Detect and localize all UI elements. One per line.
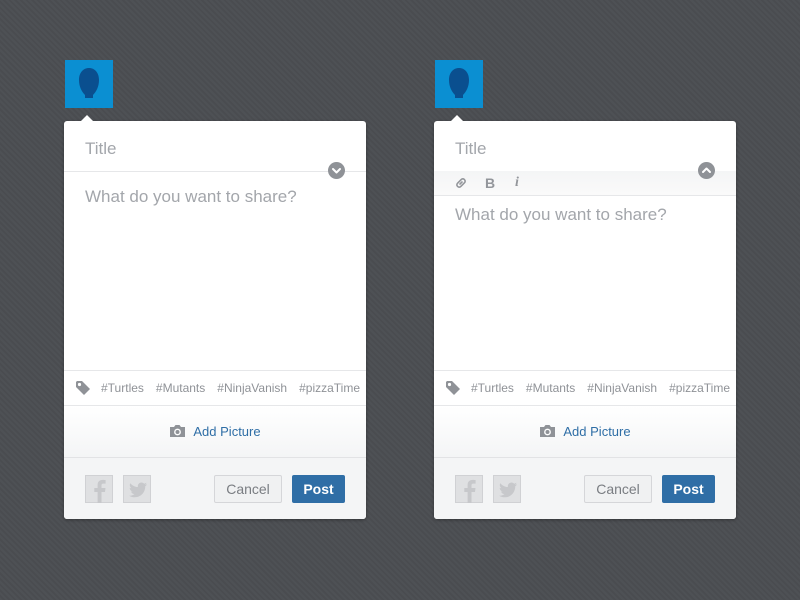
tags-bar: #Turtles #Mutants #NinjaVanish #pizzaTime: [434, 370, 736, 406]
camera-icon: [540, 425, 556, 438]
title-placeholder: Title: [85, 139, 117, 158]
composer-footer: Cancel Post: [64, 458, 366, 519]
canvas: { "colors": { "background": "#4b4e52", "…: [0, 0, 800, 600]
user-silhouette-icon: [79, 68, 99, 98]
add-picture-label: Add Picture: [193, 424, 261, 439]
facebook-icon: [464, 479, 476, 503]
share-facebook-button[interactable]: [455, 475, 483, 503]
title-field[interactable]: Title: [434, 121, 736, 172]
tag-icon: [76, 381, 90, 395]
chevron-up-icon: [702, 167, 711, 173]
share-facebook-button[interactable]: [85, 475, 113, 503]
tags-list: #Turtles #Mutants #NinjaVanish #pizzaTime: [101, 371, 360, 405]
tag-item[interactable]: #Mutants: [526, 381, 575, 395]
bold-button[interactable]: B: [485, 174, 495, 192]
format-toggle-button[interactable]: [698, 162, 715, 179]
tag-icon: [446, 381, 460, 395]
post-button[interactable]: Post: [292, 475, 345, 503]
tags-list: #Turtles #Mutants #NinjaVanish #pizzaTime: [471, 371, 730, 405]
tag-item[interactable]: #pizzaTime: [299, 381, 360, 395]
tag-item[interactable]: #pizzaTime: [669, 381, 730, 395]
composer-footer: Cancel Post: [434, 458, 736, 519]
twitter-icon: [499, 482, 517, 498]
user-avatar[interactable]: [65, 60, 113, 108]
title-field[interactable]: Title: [64, 121, 366, 172]
italic-button[interactable]: i: [515, 174, 519, 192]
tag-item[interactable]: #NinjaVanish: [587, 381, 657, 395]
post-button[interactable]: Post: [662, 475, 715, 503]
tag-item[interactable]: #Turtles: [471, 381, 514, 395]
format-toolbar: B i: [434, 171, 736, 196]
cancel-button[interactable]: Cancel: [584, 475, 652, 503]
format-toggle-button[interactable]: [328, 162, 345, 179]
tag-item[interactable]: #Turtles: [101, 381, 144, 395]
title-placeholder: Title: [455, 139, 487, 158]
tags-bar: #Turtles #Mutants #NinjaVanish #pizzaTime: [64, 370, 366, 406]
cancel-button[interactable]: Cancel: [214, 475, 282, 503]
post-composer-expanded: Title B i What do you want to share? #Tu…: [434, 115, 736, 519]
insert-link-button[interactable]: [454, 174, 468, 192]
twitter-icon: [129, 482, 147, 498]
tag-item[interactable]: #Mutants: [156, 381, 205, 395]
share-twitter-button[interactable]: [123, 475, 151, 503]
add-picture-content: Add Picture: [64, 406, 366, 457]
facebook-icon: [94, 479, 106, 503]
chevron-down-icon: [332, 168, 341, 174]
add-picture-button[interactable]: Add Picture: [434, 406, 736, 458]
add-picture-button[interactable]: Add Picture: [64, 406, 366, 458]
post-composer-collapsed: Title What do you want to share? #Turtle…: [64, 115, 366, 519]
body-textarea[interactable]: What do you want to share?: [455, 205, 667, 225]
body-textarea[interactable]: What do you want to share?: [85, 187, 297, 207]
tag-item[interactable]: #NinjaVanish: [217, 381, 287, 395]
link-icon: [456, 178, 466, 188]
add-picture-label: Add Picture: [563, 424, 631, 439]
user-silhouette-icon: [449, 68, 469, 98]
user-avatar[interactable]: [435, 60, 483, 108]
share-twitter-button[interactable]: [493, 475, 521, 503]
add-picture-content: Add Picture: [434, 406, 736, 457]
camera-icon: [170, 425, 186, 438]
